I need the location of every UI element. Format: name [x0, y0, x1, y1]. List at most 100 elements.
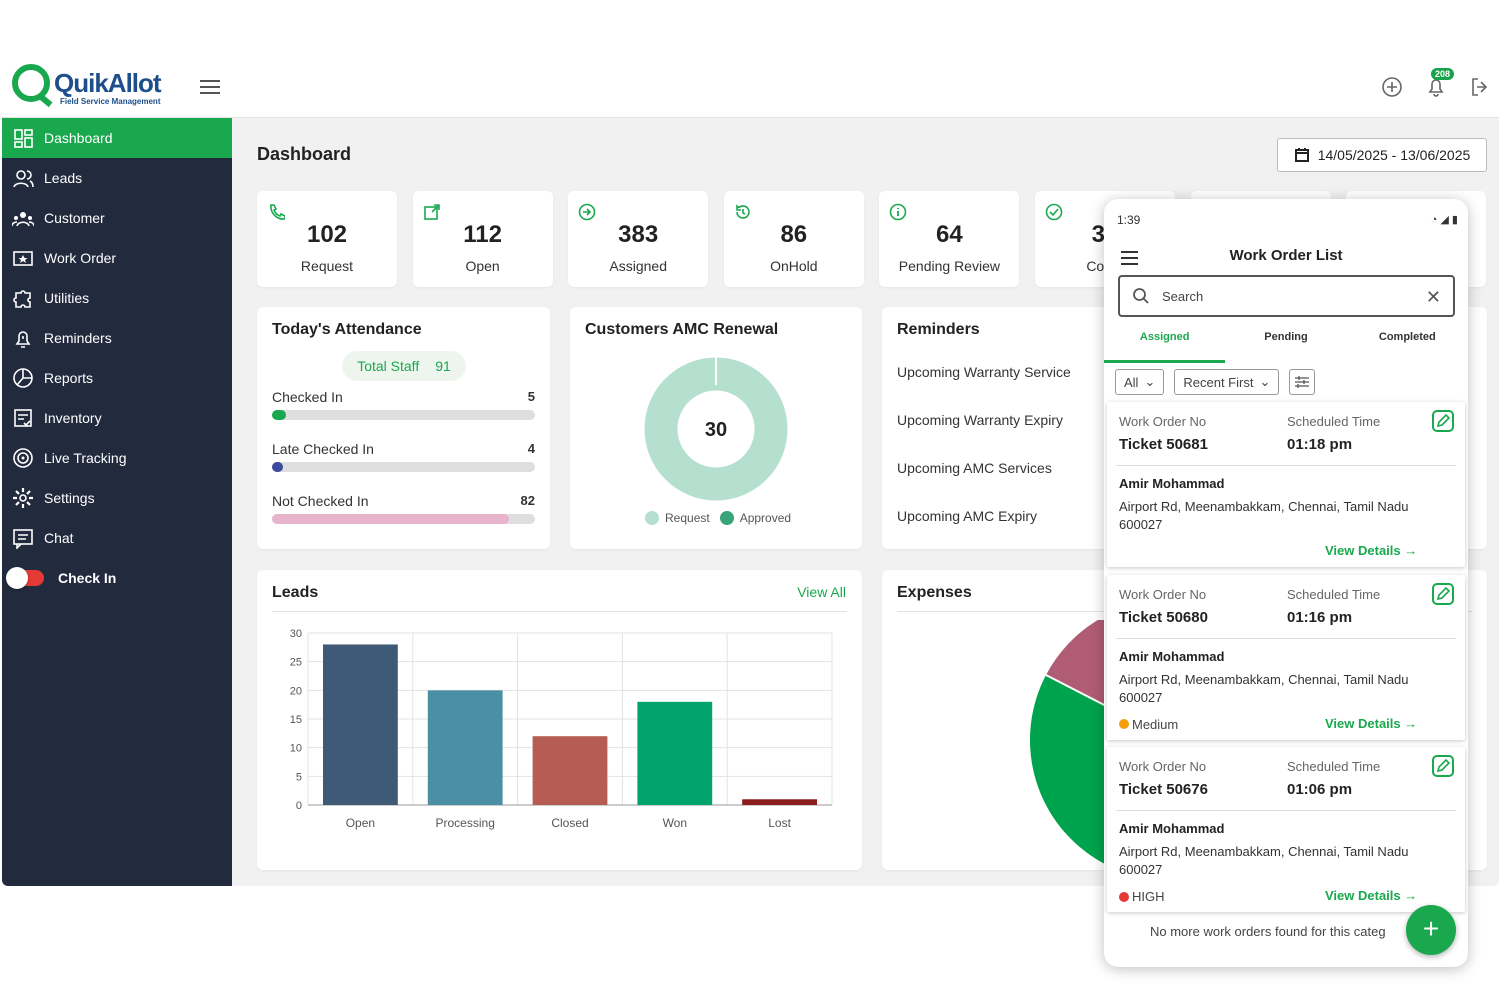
mobile-filters: All ⌄ Recent First ⌄: [1115, 369, 1316, 395]
stat-card-open[interactable]: 112 Open: [412, 191, 553, 287]
external-link-icon: [423, 204, 440, 220]
sidebar-item-label: Customer: [44, 210, 105, 226]
view-details-link[interactable]: View Details →: [1325, 716, 1417, 731]
leads-view-all-link[interactable]: View All: [797, 584, 846, 600]
bar-closed: [532, 736, 608, 805]
sidebar-item-customer[interactable]: Customer: [2, 198, 232, 238]
stat-label: Pending Review: [898, 258, 1000, 274]
mobile-tabs: Assigned Pending Completed: [1104, 329, 1468, 363]
sort-value: Recent First: [1183, 374, 1254, 390]
customer-address: Airport Rd, Meenambakkam, Chennai, Tamil…: [1119, 844, 1409, 877]
scheduled-time-label: Scheduled Time: [1287, 414, 1381, 429]
date-range-picker[interactable]: 14/05/2025 - 13/06/2025: [1277, 138, 1487, 172]
mobile-search-input[interactable]: Search ✕: [1118, 275, 1455, 317]
sidebar-item-label: Reminders: [44, 330, 112, 346]
sidebar-item-work-order[interactable]: Work Order: [2, 238, 232, 278]
bar-processing: [427, 690, 503, 805]
amc-renewal-card: Customers AMC Renewal 30 Request Approve…: [570, 307, 862, 549]
attendance-progress-fill: [272, 514, 509, 524]
priority-label: HIGH: [1132, 889, 1165, 904]
x-tick-label: Open: [346, 816, 375, 830]
leads-bar-chart: 0 5 10 15 20 25 30 Open Processing Closed Won Lost: [290, 628, 833, 830]
mobile-title: Work Order List: [1229, 247, 1343, 264]
x-tick-label: Won: [663, 816, 687, 830]
sidebar-item-dashboard[interactable]: Dashboard: [2, 118, 232, 158]
sidebar-item-label: Live Tracking: [44, 450, 127, 466]
stat-card-request[interactable]: 102 Request: [257, 191, 397, 287]
stat-card-assigned[interactable]: 383 Assigned: [568, 191, 709, 287]
notification-count-badge: 208: [1431, 68, 1455, 80]
work-order-no-label: Work Order No: [1119, 586, 1207, 602]
brand-logo[interactable]: QuikAllot Field Service Management: [12, 64, 172, 110]
stat-value: 102: [306, 221, 348, 248]
expenses-title: Expenses: [897, 584, 972, 601]
priority-badge: HIGH: [1119, 889, 1165, 904]
reminder-item[interactable]: Upcoming Warranty Expiry: [897, 412, 1063, 428]
edit-icon[interactable]: [1432, 755, 1454, 777]
attendance-progress-bar: [272, 514, 535, 524]
stat-card-onhold[interactable]: 86 OnHold: [723, 191, 864, 287]
add-work-order-button[interactable]: +: [1406, 905, 1456, 955]
reminder-item[interactable]: Upcoming AMC Services: [897, 460, 1052, 476]
phone-icon: [270, 204, 285, 220]
amc-donut-chart: 30: [644, 355, 788, 501]
toggle-switch[interactable]: [6, 567, 44, 589]
tab-pending[interactable]: Pending: [1225, 329, 1346, 363]
sidebar-item-leads[interactable]: Leads: [2, 158, 232, 198]
view-details-link[interactable]: View Details →: [1325, 543, 1417, 558]
sort-select[interactable]: Recent First ⌄: [1174, 369, 1280, 395]
attendance-row-label: Late Checked In: [272, 441, 374, 457]
reminder-item[interactable]: Upcoming AMC Expiry: [897, 508, 1037, 524]
sidebar-item-reports[interactable]: Reports: [2, 358, 232, 398]
sidebar-item-utilities[interactable]: Utilities: [2, 278, 232, 318]
edit-icon[interactable]: [1432, 410, 1454, 432]
priority-dot-icon: [1119, 719, 1129, 729]
work-order-card[interactable]: Work Order No Scheduled Time Ticket 50681 0…: [1107, 402, 1465, 567]
logout-icon[interactable]: [1467, 74, 1493, 100]
divider: [1116, 465, 1456, 466]
gear-icon: [13, 488, 33, 508]
add-circle-icon[interactable]: [1379, 74, 1405, 100]
stat-card-pending-review[interactable]: 64 Pending Review: [879, 191, 1020, 287]
scheduled-time-label: Scheduled Time: [1287, 586, 1381, 602]
view-details-link[interactable]: View Details →: [1325, 888, 1417, 903]
y-tick-label: 25: [290, 657, 302, 669]
edit-icon[interactable]: [1432, 582, 1454, 605]
sidebar-item-label: Inventory: [44, 410, 102, 426]
reminders-title: Reminders: [897, 321, 980, 338]
reminder-item[interactable]: Upcoming Warranty Service: [897, 364, 1071, 380]
attendance-row: Checked In 5: [272, 389, 535, 420]
arrow-circle-icon: [578, 203, 596, 221]
check-in-toggle[interactable]: Check In: [2, 558, 232, 598]
work-order-card[interactable]: Work Order No Scheduled Time Ticket 50680 0…: [1107, 574, 1465, 740]
attendance-title: Today's Attendance: [272, 321, 422, 338]
check-in-label: Check In: [58, 570, 117, 586]
sidebar-item-chat[interactable]: Chat: [2, 518, 232, 558]
legend-approved-swatch: [719, 511, 734, 525]
chevron-down-icon: ⌄: [1144, 374, 1156, 389]
menu-toggle-icon[interactable]: [200, 80, 220, 96]
priority-badge: Medium: [1119, 717, 1178, 732]
logo-q-icon: [12, 64, 50, 102]
filter-settings-button[interactable]: [1289, 369, 1316, 395]
divider: [1116, 810, 1456, 811]
sidebar-item-live-tracking[interactable]: Live Tracking: [2, 438, 232, 478]
total-staff-value: 91: [435, 358, 451, 374]
sidebar-item-reminders[interactable]: Reminders: [2, 318, 232, 358]
tab-completed[interactable]: Completed: [1347, 329, 1468, 363]
y-tick-label: 20: [290, 685, 302, 697]
sidebar-item-settings[interactable]: Settings: [2, 478, 232, 518]
sidebar-item-label: Settings: [44, 490, 95, 506]
tab-assigned[interactable]: Assigned: [1104, 329, 1226, 363]
sidebar-item-inventory[interactable]: Inventory: [2, 398, 232, 438]
status-filter-select[interactable]: All ⌄: [1115, 369, 1165, 395]
attendance-progress-fill: [272, 462, 283, 472]
customer-address: Airport Rd, Meenambakkam, Chennai, Tamil…: [1119, 671, 1409, 705]
work-order-card[interactable]: Work Order No Scheduled Time Ticket 50676 0…: [1107, 747, 1465, 912]
mobile-app-overlay: 1:39 ◔ ◢ ▮ Work Order List Search ✕ Assi…: [1104, 199, 1468, 967]
stat-label: Assigned: [609, 258, 667, 274]
attendance-row: Not Checked In 82: [272, 493, 535, 524]
clear-search-icon[interactable]: ✕: [1426, 287, 1441, 308]
stat-value: 112: [463, 221, 502, 248]
customer-name: Amir Mohammad: [1119, 821, 1225, 836]
